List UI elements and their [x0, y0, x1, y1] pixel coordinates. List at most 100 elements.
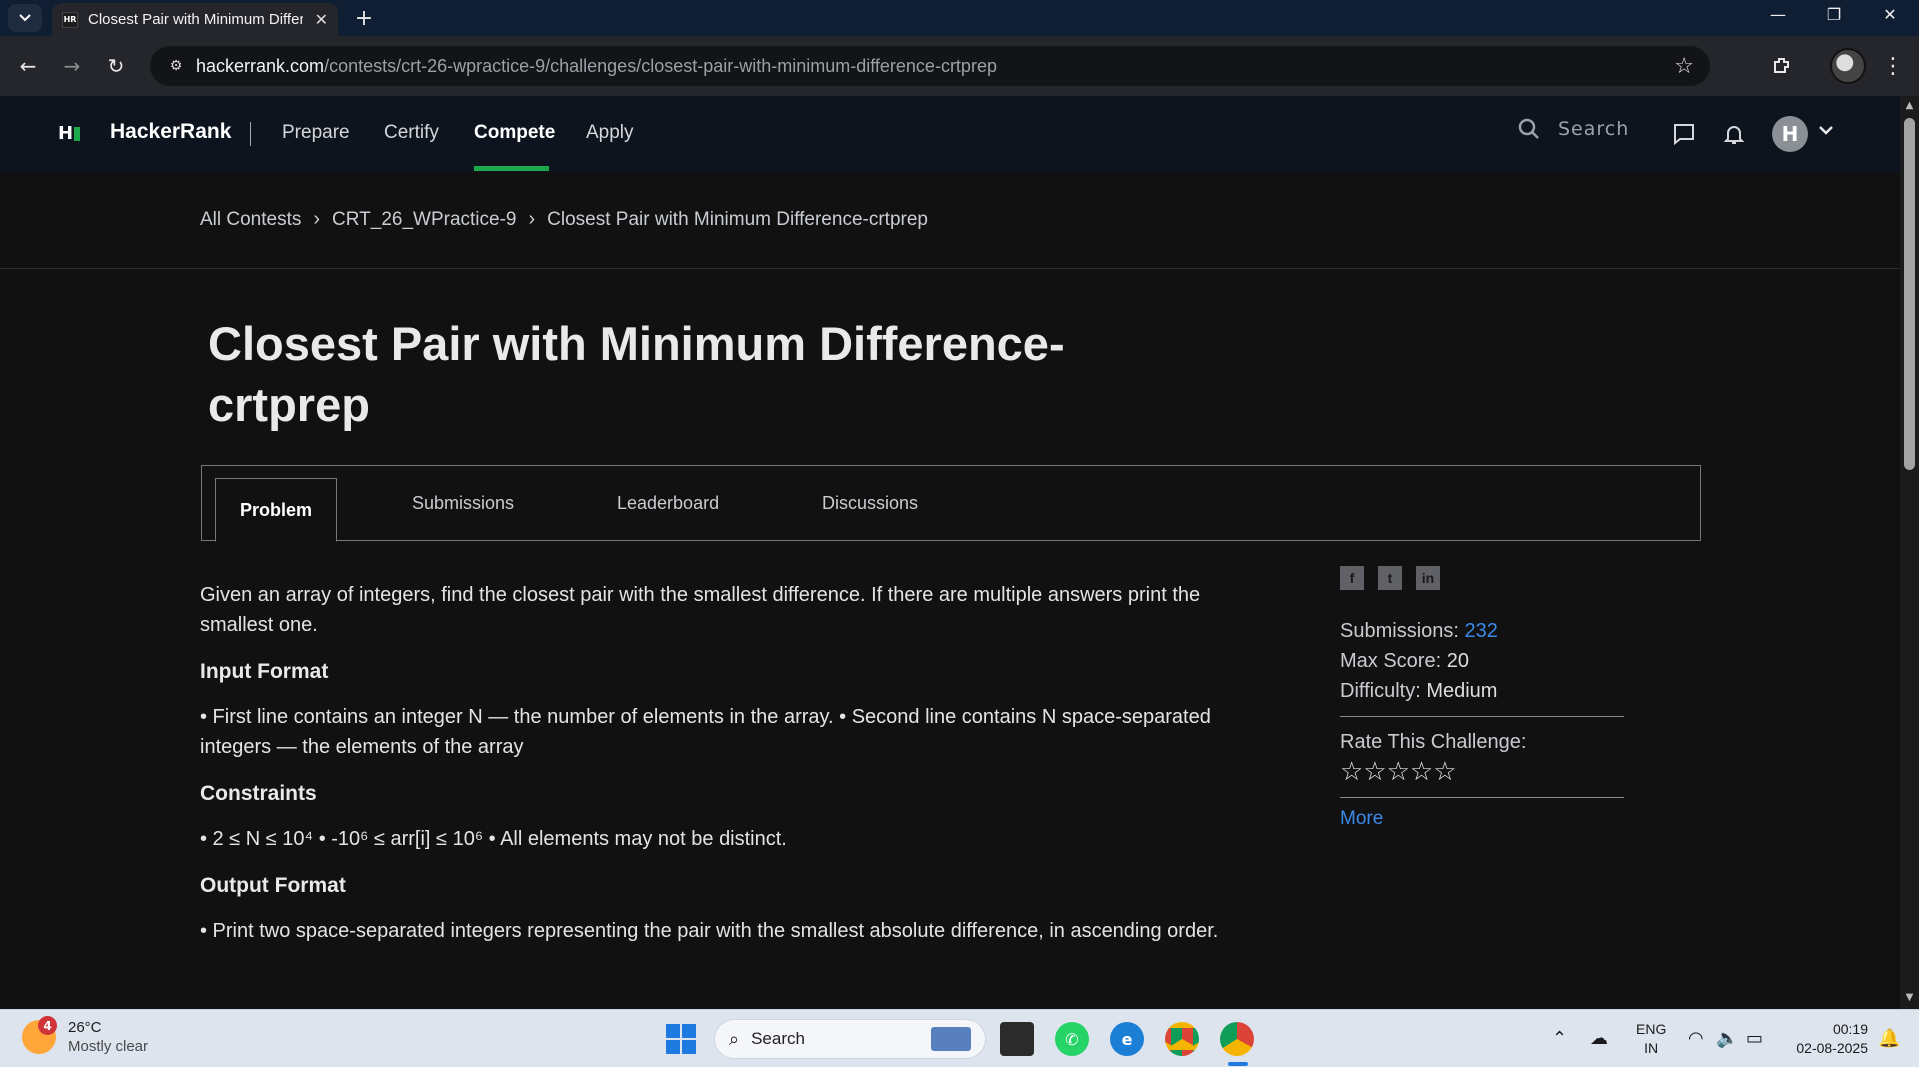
facebook-icon[interactable]: f [1340, 566, 1364, 590]
reload-button[interactable]: ↻ [100, 50, 132, 82]
notifications-bell-icon[interactable] [1722, 122, 1746, 150]
volume-muted-icon[interactable]: 🔈 [1716, 1028, 1738, 1049]
url-text: hackerrank.com/contests/crt-26-wpractice… [196, 55, 997, 76]
max-score-value: 20 [1446, 650, 1469, 672]
max-score-label: Max Score: [1340, 650, 1442, 672]
tab-title: Closest Pair with Minimum Difference-crt… [88, 11, 303, 28]
site-info-icon[interactable]: ⚙ [166, 56, 186, 76]
rating-stars[interactable]: ☆☆☆☆☆ [1340, 756, 1624, 787]
submissions-label: Submissions: [1340, 620, 1459, 642]
nav-divider [250, 122, 251, 146]
nav-link-certify[interactable]: Certify [384, 122, 439, 144]
challenge-title: Closest Pair with Minimum Difference-crt… [208, 317, 1065, 431]
chevron-down-icon [19, 14, 31, 22]
chevron-right-icon: › [313, 208, 321, 230]
scroll-down-icon[interactable]: ▼ [1904, 992, 1915, 1003]
search-highlight-icon [931, 1027, 971, 1051]
active-nav-underline [474, 166, 549, 171]
tab-problem[interactable]: Problem [215, 478, 337, 542]
rate-challenge-label: Rate This Challenge: [1340, 731, 1527, 753]
user-avatar[interactable]: H [1772, 116, 1808, 152]
problem-intro: Given an array of integers, find the clo… [200, 584, 1201, 636]
show-hidden-icons-chevron-icon[interactable]: ⌃ [1552, 1028, 1567, 1049]
restore-button[interactable]: ❐ [1806, 0, 1862, 28]
challenge-tabs: Problem Submissions Leaderboard Discussi… [201, 465, 1701, 542]
taskbar-search[interactable]: ⌕ Search [714, 1019, 986, 1059]
messages-icon[interactable] [1672, 122, 1696, 150]
more-link[interactable]: More [1340, 808, 1383, 829]
challenge-sidebar: f t in Submissions: 232 Max Score: 20 Di… [1340, 566, 1624, 830]
output-format-text: • Print two space-separated integers rep… [200, 920, 1219, 942]
tab-leaderboard[interactable]: Leaderboard [617, 466, 719, 540]
breadcrumb-all-contests[interactable]: All Contests [200, 209, 301, 231]
submissions-count-link[interactable]: 232 [1465, 620, 1498, 642]
scroll-thumb[interactable] [1904, 118, 1915, 470]
bookmark-star-icon[interactable]: ☆ [1674, 54, 1694, 79]
minimize-button[interactable]: — [1750, 0, 1806, 28]
close-window-button[interactable]: ✕ [1862, 0, 1918, 28]
forward-button[interactable]: → [56, 50, 88, 82]
difficulty-label: Difficulty: [1340, 680, 1421, 702]
share-icons: f t in [1340, 566, 1624, 590]
weather-moon-icon: 4 [22, 1016, 57, 1054]
close-tab-icon[interactable]: ✕ [315, 10, 328, 29]
edge-icon[interactable]: e [1110, 1022, 1144, 1056]
challenge-stats: Submissions: 232 Max Score: 20 Difficult… [1340, 616, 1624, 706]
input-format-heading: Input Format [200, 660, 329, 683]
wifi-icon[interactable]: ◠ [1688, 1028, 1704, 1049]
breadcrumb: All Contests › CRT_26_WPractice-9 › Clos… [200, 208, 928, 231]
temperature: 26°C [68, 1019, 102, 1036]
nav-link-prepare[interactable]: Prepare [282, 122, 350, 144]
page-scrollbar[interactable]: ▲ ▼ [1900, 96, 1919, 1009]
chrome-profile-icon[interactable] [1220, 1022, 1254, 1056]
hackerrank-favicon-icon: HR [62, 11, 78, 28]
search-icon: ⌕ [729, 1028, 740, 1049]
linkedin-icon[interactable]: in [1416, 566, 1440, 590]
scroll-up-icon[interactable]: ▲ [1904, 100, 1915, 111]
output-format-heading: Output Format [200, 874, 346, 897]
hr-search-box[interactable]: Search [1518, 118, 1629, 140]
chevron-right-icon: › [528, 208, 536, 230]
sidebar-divider [1340, 797, 1624, 798]
address-bar[interactable]: ⚙ hackerrank.com/contests/crt-26-wpracti… [150, 46, 1710, 86]
breadcrumb-current: Closest Pair with Minimum Difference-crt… [547, 208, 928, 230]
user-menu-chevron-icon[interactable] [1818, 120, 1834, 139]
constraints-heading: Constraints [200, 782, 317, 805]
active-app-indicator [1228, 1062, 1248, 1066]
tab-search-button[interactable] [8, 4, 42, 32]
chrome-icon[interactable] [1165, 1022, 1199, 1056]
constraints-text: • 2 ≤ N ≤ 10⁴ • -10⁶ ≤ arr[i] ≤ 10⁶ • Al… [200, 828, 787, 850]
weather-description: Mostly clear [68, 1038, 149, 1055]
browser-tabstrip: HR Closest Pair with Minimum Difference-… [0, 0, 1919, 36]
taskbar-search-placeholder: Search [751, 1029, 805, 1048]
language-indicator[interactable]: ENG IN [1636, 1020, 1666, 1058]
notification-bell-icon[interactable]: 🔔 [1878, 1028, 1900, 1049]
browser-menu-icon[interactable]: ⋮ [1880, 50, 1906, 82]
system-clock[interactable]: 00:19 02-08-2025 [1784, 1020, 1868, 1058]
twitter-icon[interactable]: t [1378, 566, 1402, 590]
weather-widget[interactable]: 4 26°C Mostly clear [22, 1016, 149, 1056]
nav-link-apply[interactable]: Apply [586, 122, 634, 144]
hackerrank-brand[interactable]: HackerRank [110, 120, 231, 144]
browser-tab-active[interactable]: HR Closest Pair with Minimum Difference-… [52, 3, 338, 36]
hackerrank-logo-icon[interactable]: H [58, 123, 81, 144]
task-view-icon[interactable] [1000, 1022, 1034, 1056]
tab-submissions[interactable]: Submissions [412, 466, 514, 540]
search-icon [1518, 118, 1539, 139]
onedrive-cloud-icon[interactable]: ☁ [1590, 1028, 1608, 1049]
windows-start-icon[interactable] [666, 1024, 696, 1054]
extensions-icon[interactable] [1766, 50, 1798, 82]
profile-avatar[interactable] [1830, 48, 1866, 84]
difficulty-value: Medium [1426, 680, 1498, 702]
new-tab-button[interactable]: + [350, 4, 378, 32]
hackerrank-navbar: H HackerRank Prepare Certify Compete App… [0, 96, 1900, 172]
tab-discussions[interactable]: Discussions [822, 466, 918, 540]
battery-icon[interactable]: ▭ [1746, 1028, 1763, 1049]
problem-statement: Given an array of integers, find the clo… [200, 580, 1240, 946]
whatsapp-icon[interactable]: ✆ [1055, 1022, 1089, 1056]
browser-toolbar: ← → ↻ ⚙ hackerrank.com/contests/crt-26-w… [0, 36, 1919, 96]
nav-link-compete[interactable]: Compete [474, 122, 555, 144]
back-button[interactable]: ← [12, 50, 44, 82]
input-format-text: • First line contains an integer N — the… [200, 706, 1211, 758]
breadcrumb-contest[interactable]: CRT_26_WPractice-9 [332, 209, 516, 231]
